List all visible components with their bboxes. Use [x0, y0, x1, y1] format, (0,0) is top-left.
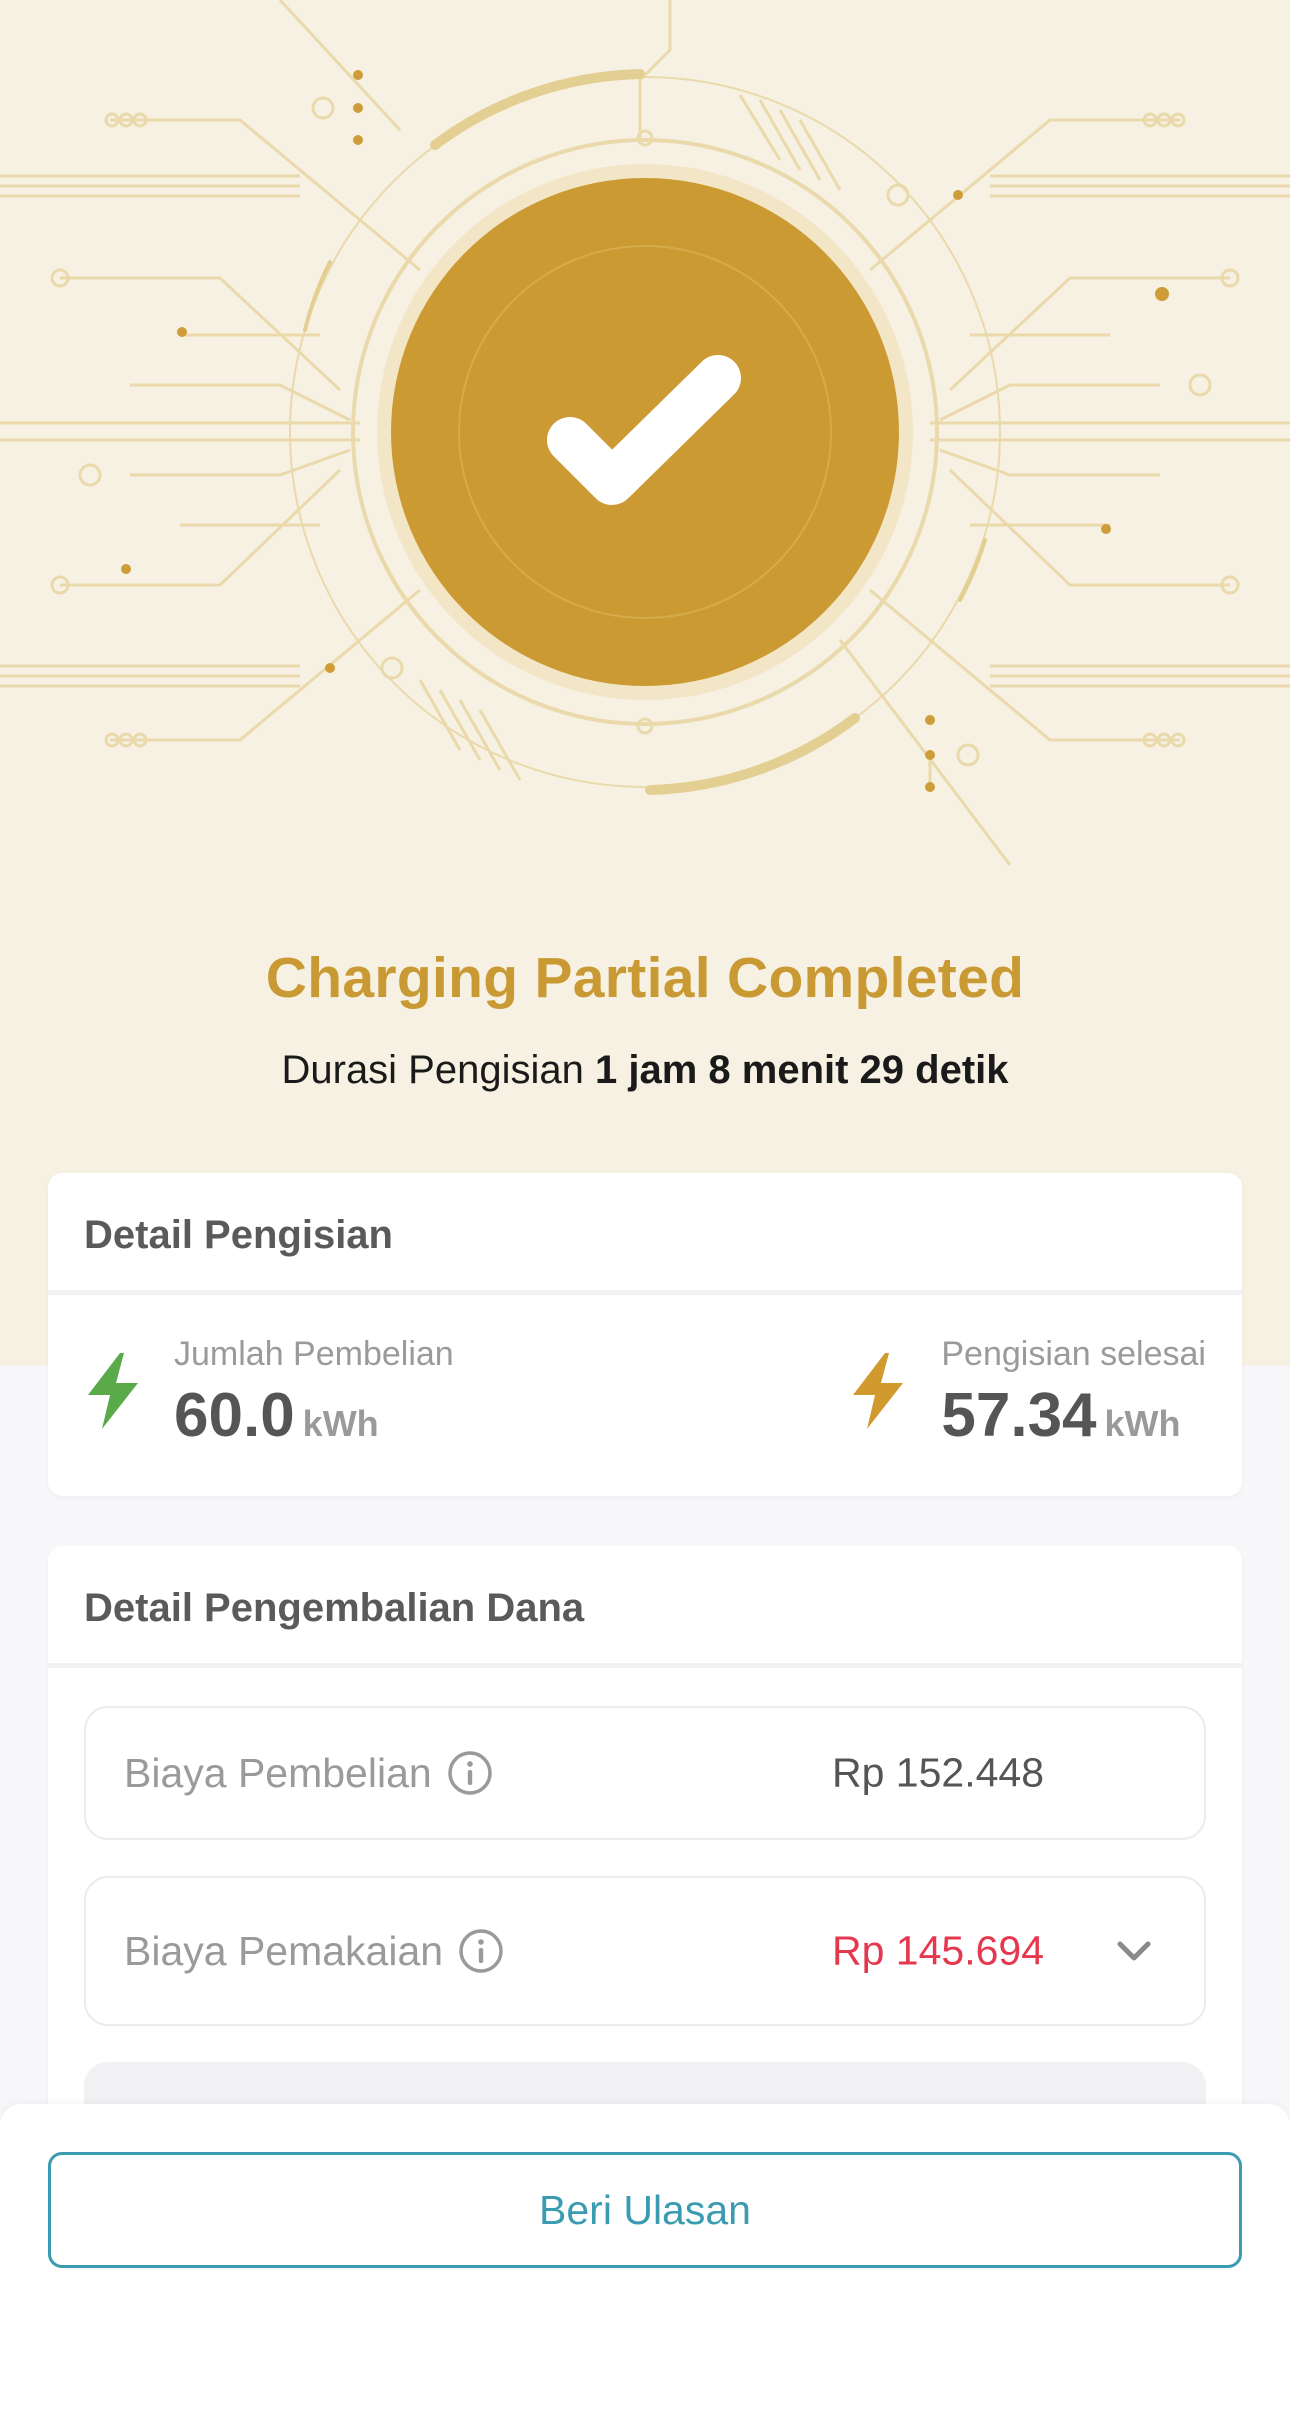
purchased-energy-label: Jumlah Pembelian [174, 1335, 454, 1373]
info-icon[interactable] [446, 1749, 494, 1797]
refund-detail-header: Detail Pengembalian Dana [48, 1546, 1242, 1668]
usage-cost-label: Biaya Pemakaian [124, 1927, 444, 1974]
purchase-cost-row: Biaya Pembelian Rp 152.448 [84, 1706, 1206, 1840]
info-icon[interactable] [457, 1927, 505, 1975]
usage-cost-value: Rp 145.694 [832, 1927, 1045, 1974]
review-button[interactable]: Beri Ulasan [48, 2152, 1242, 2268]
charging-detail-card: Detail Pengisian Jumlah Pembelian 60.0 kW… [48, 1173, 1242, 1496]
purchase-cost-value: Rp 152.448 [832, 1749, 1045, 1796]
charging-duration: Durasi Pengisian 1 jam 8 menit 29 detik [0, 1048, 1290, 1093]
completed-energy-label: Pengisian selesai [941, 1335, 1206, 1373]
lightning-bolt-icon [853, 1353, 904, 1429]
completed-energy-value: 57.34 [941, 1381, 1097, 1450]
purchase-cost-label: Biaya Pembelian [124, 1749, 432, 1796]
bottom-action-bar: Beri Ulasan [0, 2104, 1290, 2419]
purchased-energy-stat: Jumlah Pembelian 60.0 kWh [84, 1335, 454, 1451]
status-title: Charging Partial Completed [265, 946, 1025, 1010]
lightning-bolt-icon [88, 1353, 138, 1429]
chevron-down-icon[interactable] [1114, 1938, 1154, 1964]
purchased-energy-value: 60.0 [174, 1381, 295, 1450]
completed-energy-stat: Pengisian selesai 57.34 kWh [853, 1335, 1206, 1451]
usage-cost-row[interactable]: Biaya Pemakaian Rp 145.694 [84, 1876, 1206, 2026]
completed-energy-unit: kWh [1104, 1403, 1181, 1444]
success-illustration [0, 0, 1290, 866]
duration-label: Durasi Pengisian [281, 1048, 584, 1092]
purchased-energy-unit: kWh [302, 1403, 379, 1444]
charging-detail-header: Detail Pengisian [48, 1173, 1242, 1295]
duration-value: 1 jam 8 menit 29 detik [595, 1048, 1009, 1092]
